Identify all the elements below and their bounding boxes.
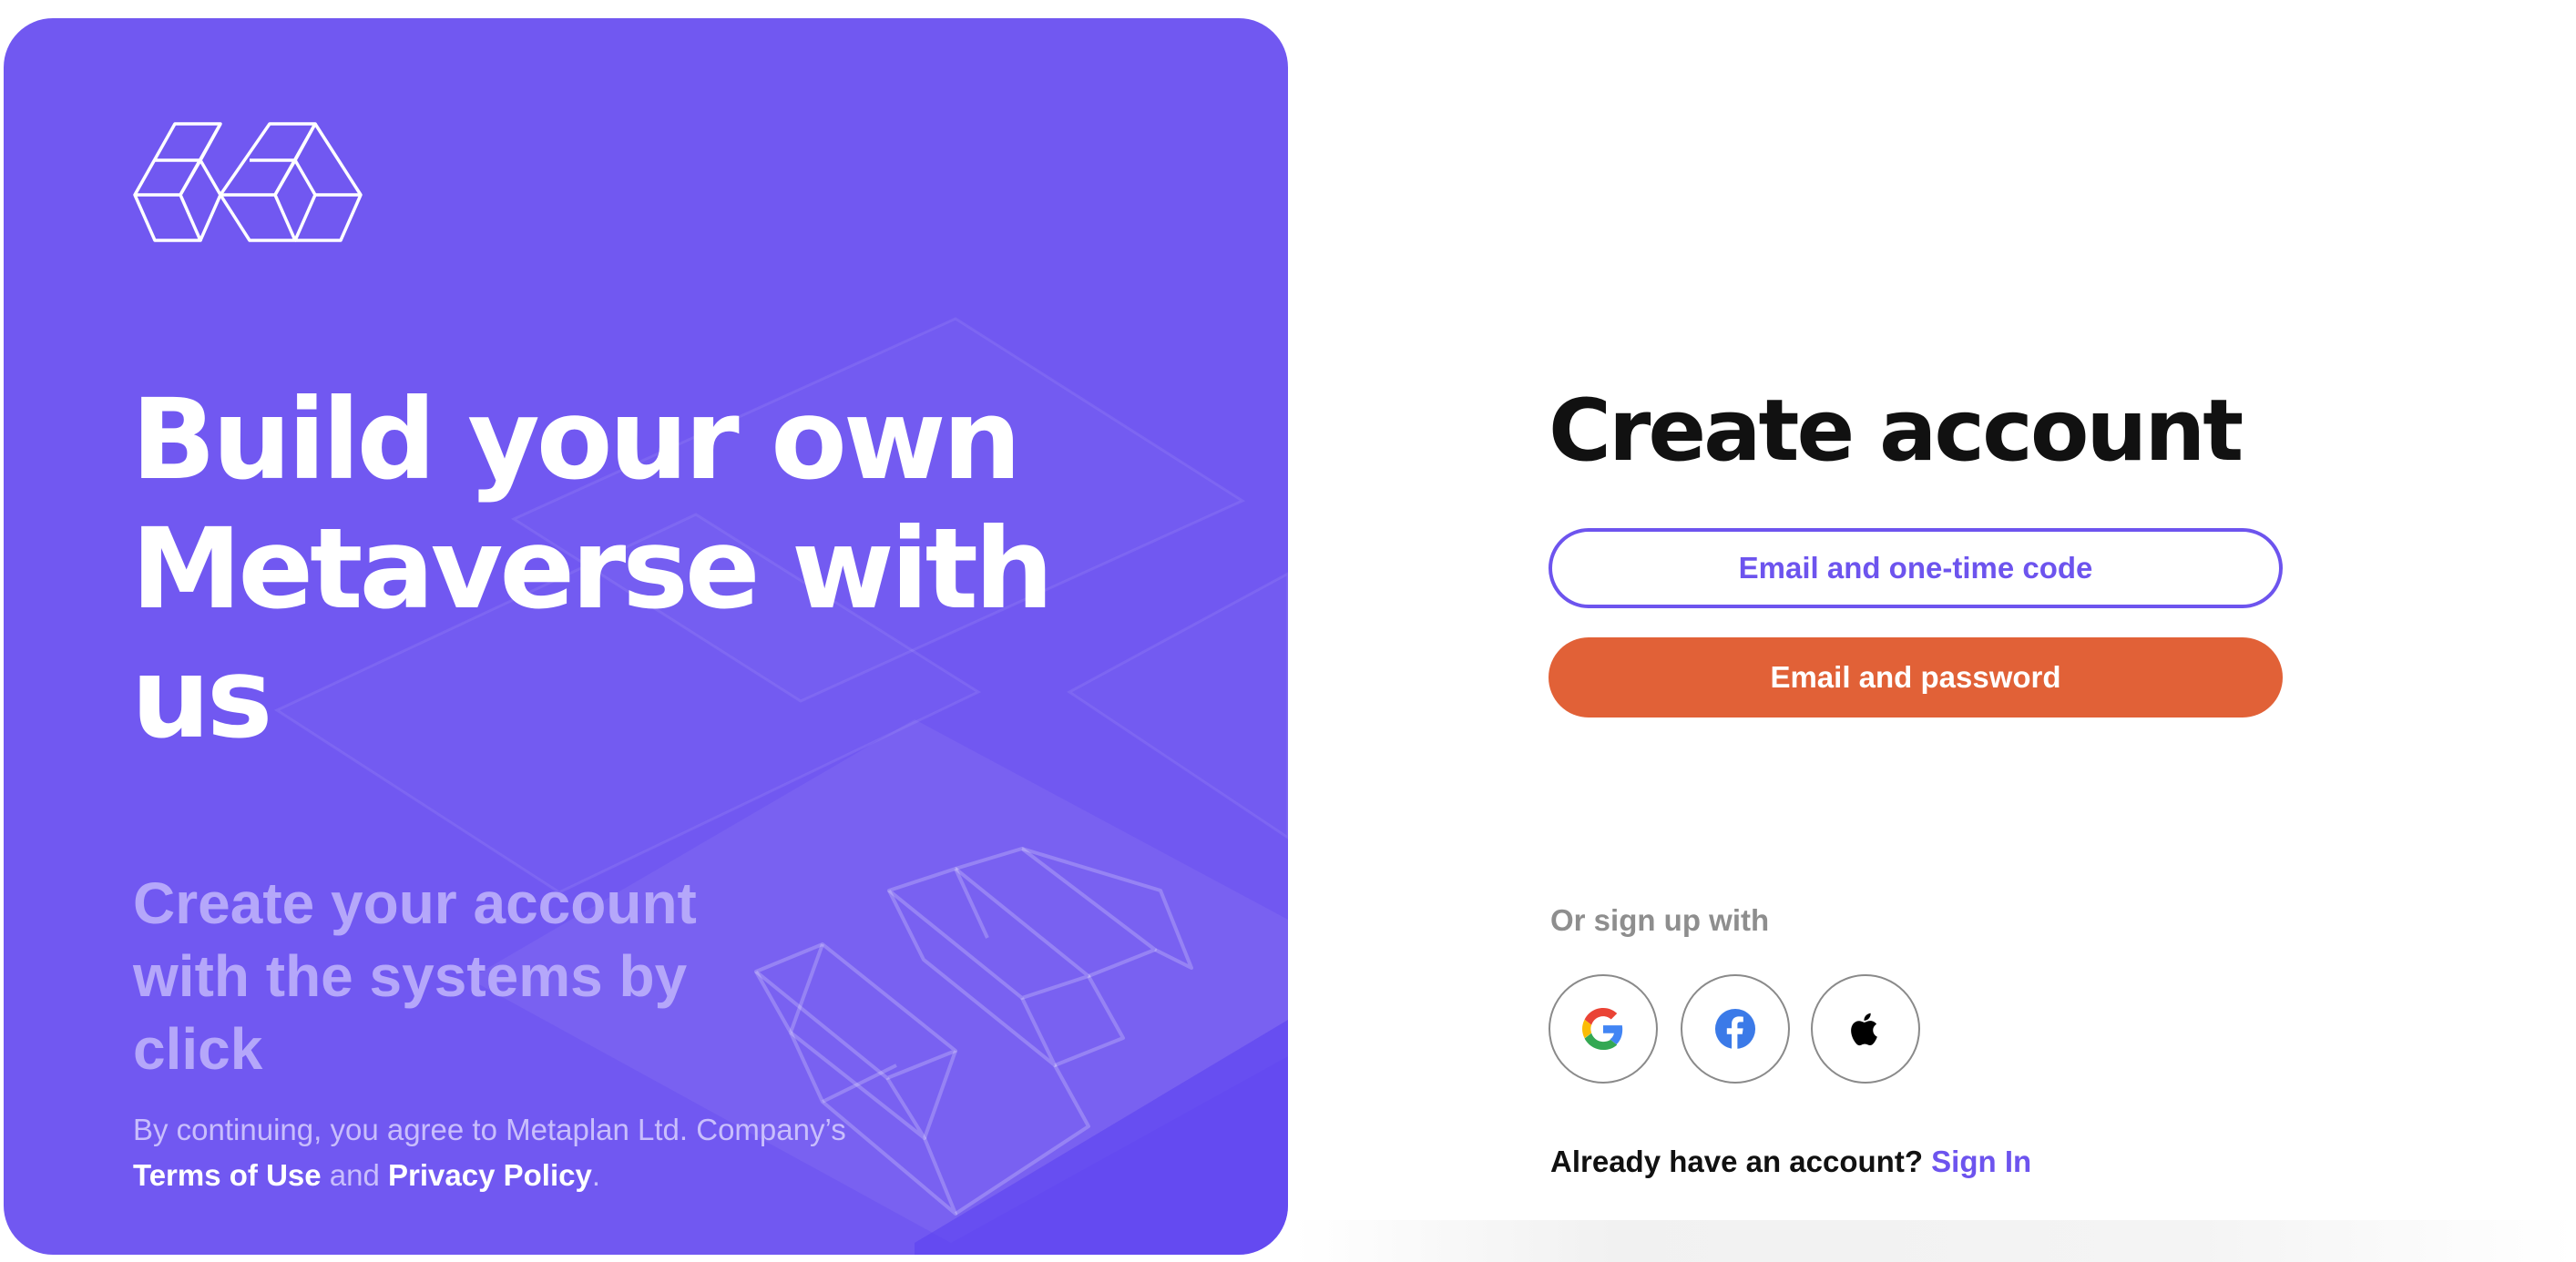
email-one-time-code-label: Email and one-time code (1738, 551, 2093, 585)
bottom-edge-shadow (1293, 1220, 2576, 1262)
hero-panel: Build your own Metaverse with us Create … (4, 18, 1288, 1255)
legal-suffix: . (591, 1158, 601, 1192)
privacy-policy-link[interactable]: Privacy Policy (388, 1158, 592, 1192)
google-icon (1582, 1008, 1623, 1050)
facebook-icon (1714, 1008, 1756, 1050)
metaplan-logo-icon (133, 122, 363, 242)
sign-in-link[interactable]: Sign In (1931, 1145, 2031, 1178)
legal-and: and (321, 1158, 389, 1192)
legal-prefix: By continuing, you agree to Metaplan Ltd… (133, 1113, 846, 1146)
already-have-account-text: Already have an account? (1550, 1145, 1923, 1178)
email-password-button[interactable]: Email and password (1549, 637, 2283, 718)
facebook-signup-button[interactable] (1681, 974, 1790, 1084)
legal-notice: By continuing, you agree to Metaplan Ltd… (133, 1107, 880, 1198)
email-password-label: Email and password (1770, 660, 2061, 694)
signup-page: Build your own Metaverse with us Create … (0, 0, 2576, 1262)
hero-subtitle: Create your account with the systems by … (133, 870, 697, 1082)
hero-title: Build your own Metaverse with us (131, 375, 1054, 763)
already-have-account: Already have an account? Sign In (1550, 1142, 2031, 1182)
terms-of-use-link[interactable]: Terms of Use (133, 1158, 322, 1192)
email-one-time-code-button[interactable]: Email and one-time code (1549, 528, 2283, 608)
google-signup-button[interactable] (1549, 974, 1658, 1084)
apple-signup-button[interactable] (1811, 974, 1920, 1084)
page-title: Create account (1549, 382, 2244, 481)
apple-icon (1851, 1013, 1877, 1046)
or-sign-up-label: Or sign up with (1550, 903, 1770, 937)
